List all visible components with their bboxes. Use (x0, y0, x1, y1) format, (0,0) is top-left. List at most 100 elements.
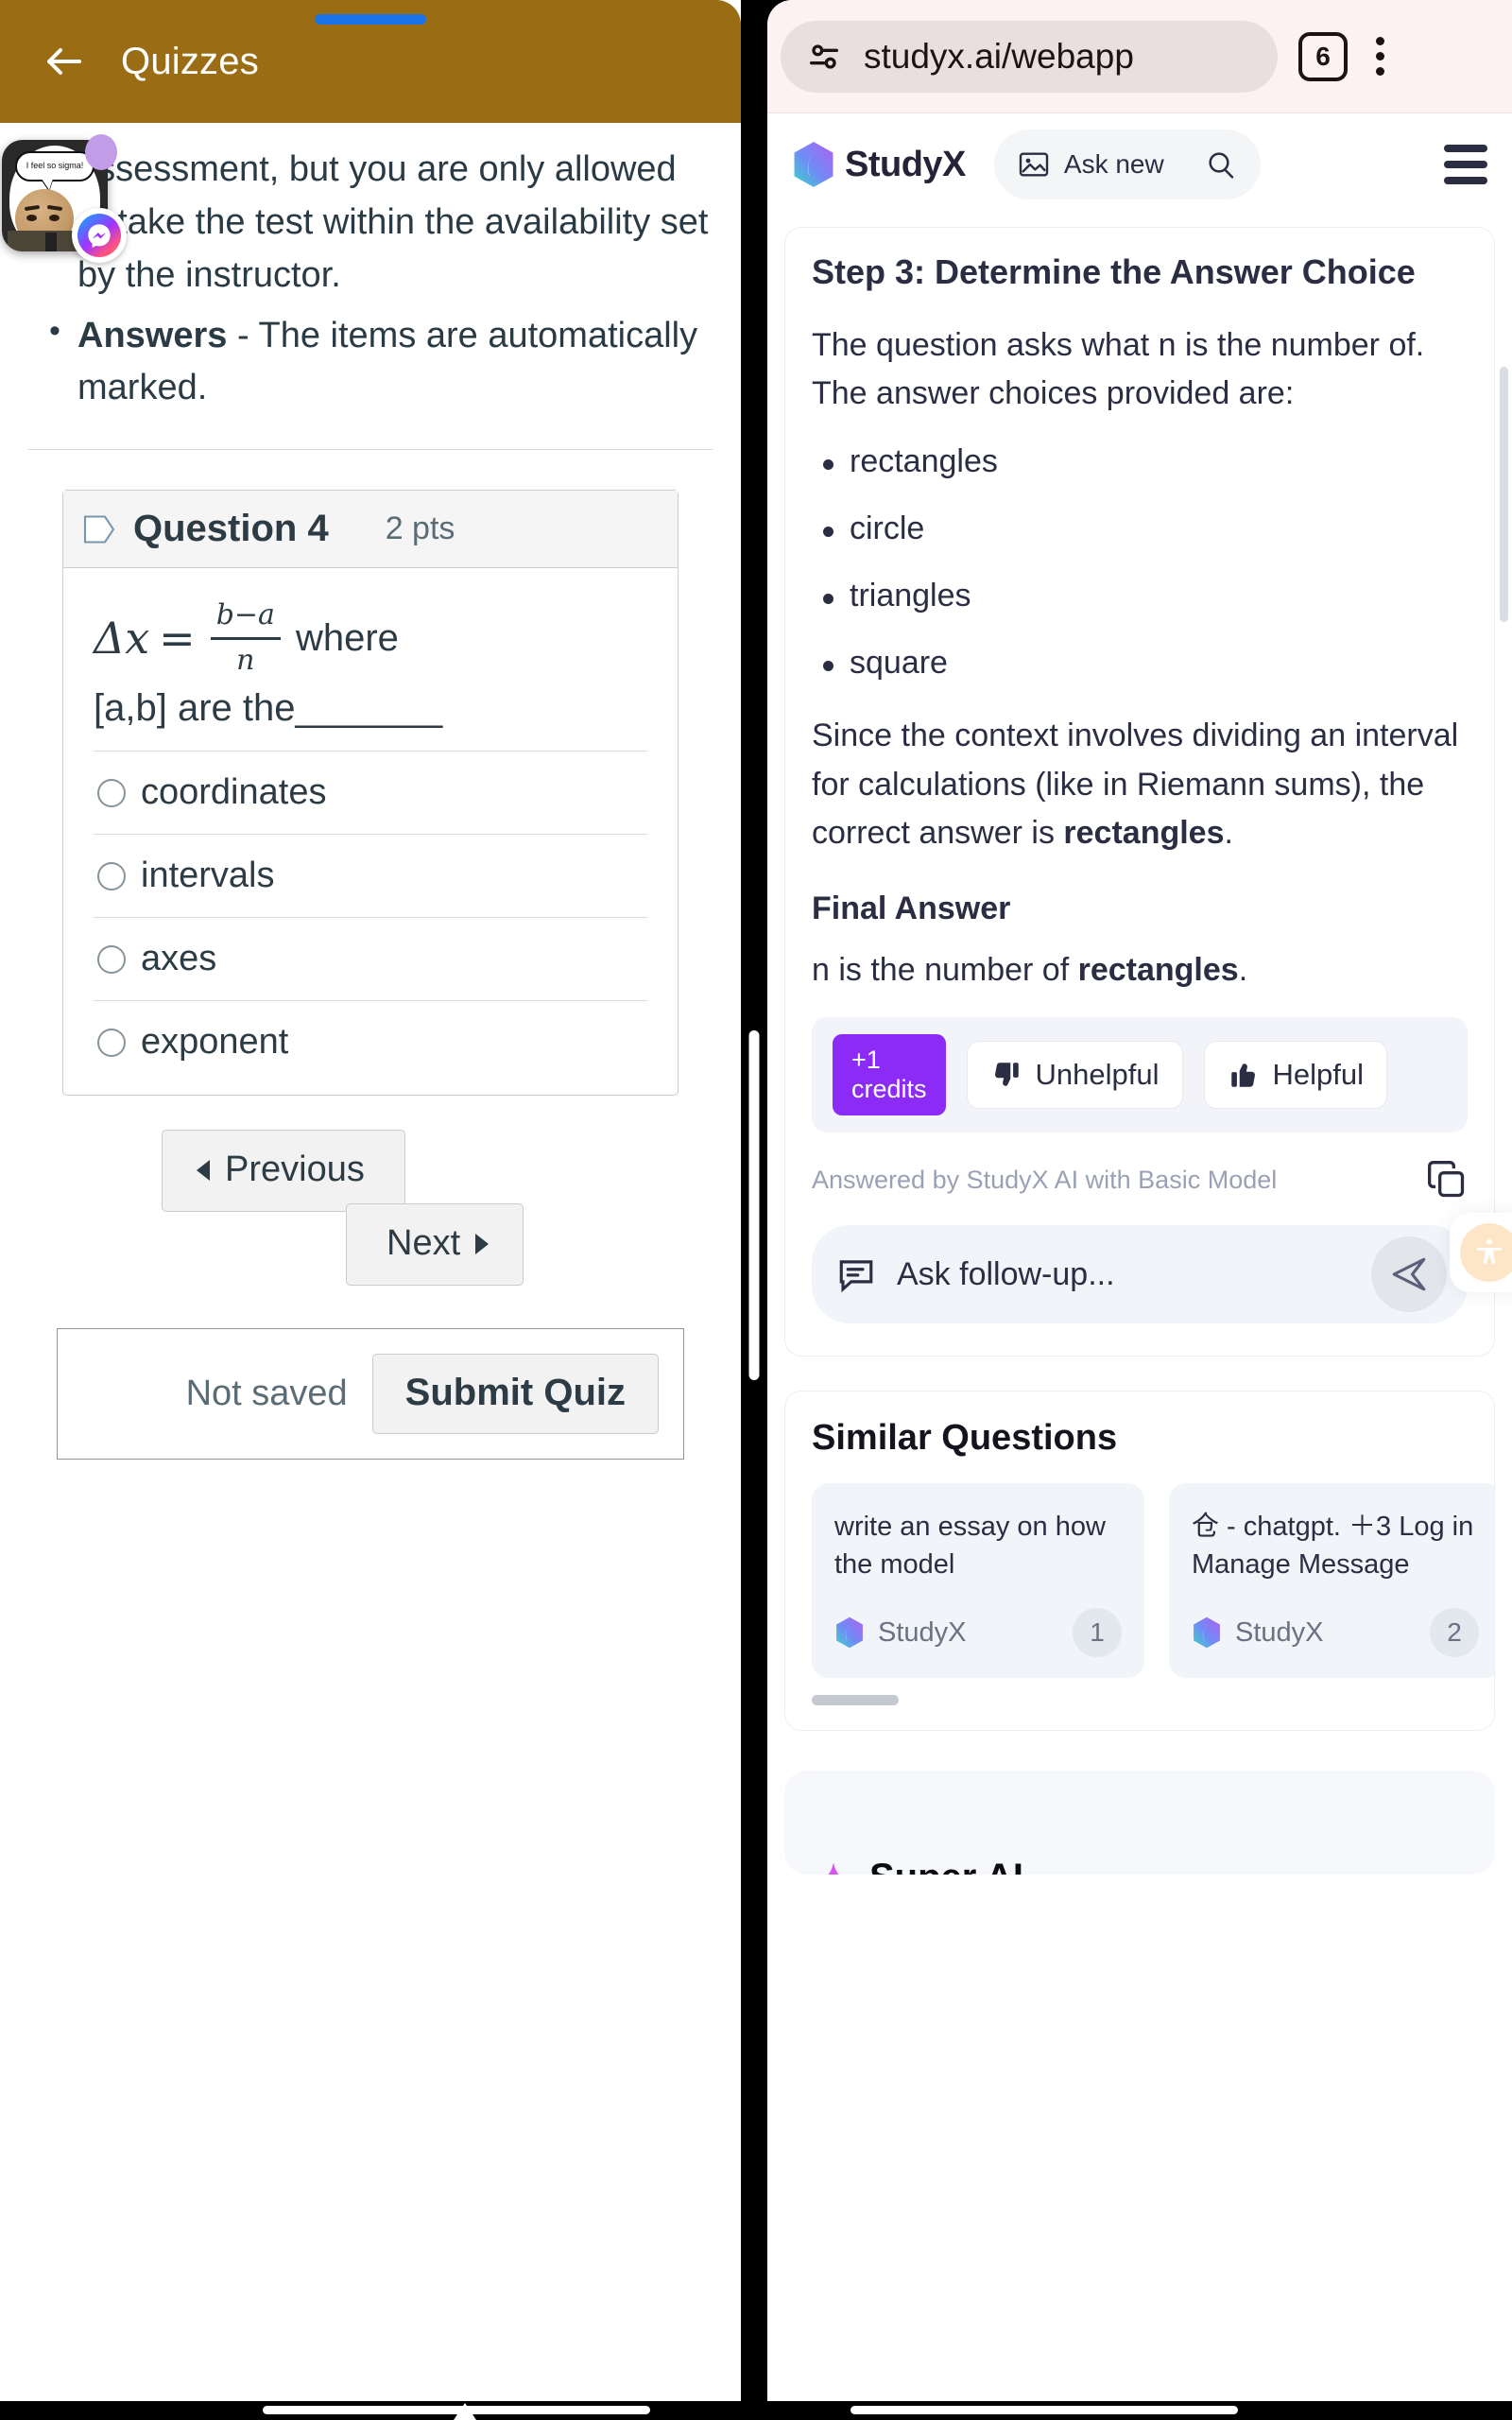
send-icon[interactable] (1371, 1236, 1447, 1313)
copy-icon[interactable] (1426, 1159, 1468, 1201)
screen-root: Quizzes assessment, but you are only all… (0, 0, 1512, 2420)
kebab-dot (1376, 37, 1384, 45)
hamburger-icon[interactable] (1444, 145, 1487, 184)
accessibility-circle (1460, 1223, 1512, 1282)
image-icon (1019, 152, 1049, 177)
studyx-logo[interactable]: StudyX (792, 141, 966, 188)
sparkle-icon (828, 1862, 839, 1876)
messenger-chat-head[interactable]: I feel so sigma! (2, 134, 127, 263)
similar-questions-scrollbar[interactable] (812, 1695, 899, 1706)
browser-pane: studyx.ai/webapp 6 StudyX Ask new Step 3… (767, 0, 1512, 2401)
similar-question-brand: StudyX (878, 1616, 967, 1648)
thumb-down-icon (994, 1063, 1019, 1086)
tune-icon[interactable] (805, 38, 843, 76)
similar-question-count: 2 (1430, 1608, 1479, 1658)
answer-option-row[interactable]: axes (94, 917, 647, 1000)
avatar-speech-bubble: I feel so sigma! (15, 151, 94, 182)
answer-option-row[interactable]: intervals (94, 834, 647, 917)
similar-questions-scroller[interactable]: write an essay on how the model StudyX 1… (785, 1459, 1494, 1679)
answer-card: Step 3: Determine the Answer Choice The … (784, 227, 1495, 1357)
follow-up-input[interactable]: Ask follow-up... (812, 1225, 1468, 1324)
credits-amount: +1 (851, 1046, 881, 1075)
similar-question-text: write an essay on how the model (834, 1512, 1106, 1581)
helpful-button[interactable]: Helpful (1203, 1041, 1388, 1110)
answer-choices-list: rectangles circle triangles square (812, 443, 1468, 682)
list-item[interactable]: write an essay on how the model StudyX 1 (812, 1483, 1144, 1679)
list-item[interactable]: 仓 - chatgpt. ＋3 Log in Manage Message St… (1169, 1483, 1494, 1679)
question-points: 2 pts (385, 510, 455, 547)
formula-where: where (295, 617, 399, 660)
credits-badge[interactable]: +1 credits (833, 1034, 946, 1116)
quiz-submit-bar: Not saved Submit Quiz (57, 1328, 684, 1461)
unhelpful-button[interactable]: Unhelpful (966, 1041, 1183, 1110)
browser-toolbar: studyx.ai/webapp 6 (767, 0, 1512, 113)
helpful-label: Helpful (1272, 1058, 1365, 1092)
page-scrollbar[interactable] (1500, 367, 1508, 622)
answer-option-label: axes (141, 939, 217, 979)
instructions-paragraph: assessment, but you are only allowed to … (77, 149, 709, 295)
kebab-dot (1376, 52, 1384, 60)
question-body: Δx = b−a n where [a,b] are the_______ co… (63, 568, 678, 1095)
page-title: Quizzes (121, 40, 259, 82)
formula-lhs: Δx (94, 613, 150, 665)
conclusion-suffix: . (1224, 815, 1233, 852)
tab-counter-button[interactable]: 6 (1298, 31, 1348, 81)
back-arrow-icon[interactable] (40, 37, 89, 86)
purple-dot-badge (85, 134, 117, 170)
avatar-eye-right (49, 215, 60, 221)
answer-option-label: coordinates (141, 772, 327, 813)
ask-new-button[interactable]: Ask new (993, 130, 1261, 199)
quizzes-content: assessment, but you are only allowed to … (0, 123, 741, 1461)
content-divider (28, 449, 713, 451)
previous-button[interactable]: Previous (162, 1130, 405, 1213)
answer-intro-text: The question asks what n is the number o… (812, 326, 1425, 412)
next-button[interactable]: Next (346, 1203, 524, 1287)
final-answer-text: n is the number of rectangles. (812, 952, 1468, 989)
list-item: circle (812, 510, 1468, 547)
address-bar[interactable]: studyx.ai/webapp (781, 20, 1278, 93)
super-ai-card[interactable]: Super AI (784, 1771, 1495, 1876)
instructions-bullet: Answers - The items are automatically ma… (49, 308, 713, 416)
radio-button[interactable] (97, 944, 126, 974)
answered-by-row: Answered by StudyX AI with Basic Model (812, 1159, 1468, 1201)
caret-up-icon (454, 2403, 476, 2420)
answer-option-row[interactable]: coordinates (94, 751, 647, 834)
gesture-pill-right[interactable] (850, 2406, 1238, 2414)
hamburger-line (1444, 177, 1487, 184)
studyx-app-header: StudyX Ask new (767, 113, 1512, 216)
accessibility-icon[interactable] (1450, 1213, 1512, 1292)
answered-by-label: Answered by StudyX AI with Basic Model (812, 1165, 1278, 1194)
studyx-scroll-area[interactable]: Step 3: Determine the Answer Choice The … (767, 216, 1512, 2401)
answer-option-label: exponent (141, 1022, 289, 1063)
follow-up-placeholder: Ask follow-up... (897, 1255, 1115, 1292)
radio-button[interactable] (97, 778, 126, 807)
ask-new-label: Ask new (1063, 149, 1164, 179)
submit-quiz-button[interactable]: Submit Quiz (371, 1354, 659, 1435)
next-button-label: Next (387, 1223, 461, 1264)
fraction-bar (210, 636, 281, 640)
final-suffix: . (1238, 952, 1248, 989)
divider-drag-handle[interactable] (748, 1030, 760, 1380)
quizzes-app-pane: Quizzes assessment, but you are only all… (0, 0, 741, 2401)
bullet-label: Answers (77, 315, 228, 355)
avatar-tie (45, 233, 57, 251)
kebab-menu-icon[interactable] (1376, 37, 1384, 76)
radio-button[interactable] (97, 861, 126, 890)
question-card: Question 4 2 pts Δx = b−a n where [a,b] … (62, 490, 679, 1097)
similar-question-count: 1 (1073, 1608, 1122, 1658)
chevron-right-icon (475, 1233, 490, 1254)
question-formula: Δx = b−a n where (94, 596, 647, 680)
question-navigation: Previous Next (62, 1130, 679, 1309)
kebab-dot (1376, 67, 1384, 76)
question-prompt: [a,b] are the_______ (94, 687, 443, 730)
search-icon[interactable] (1206, 149, 1236, 180)
flag-icon[interactable] (82, 513, 116, 545)
radio-button[interactable] (97, 1028, 126, 1057)
formula-equals: = (159, 613, 196, 665)
studyx-hex-icon (794, 142, 833, 187)
split-screen-divider[interactable] (741, 0, 767, 2401)
messenger-icon[interactable] (72, 208, 127, 263)
list-item: triangles (812, 578, 1468, 614)
answer-option-row[interactable]: exponent (94, 1000, 647, 1083)
system-navigation-bar (0, 2401, 1512, 2420)
